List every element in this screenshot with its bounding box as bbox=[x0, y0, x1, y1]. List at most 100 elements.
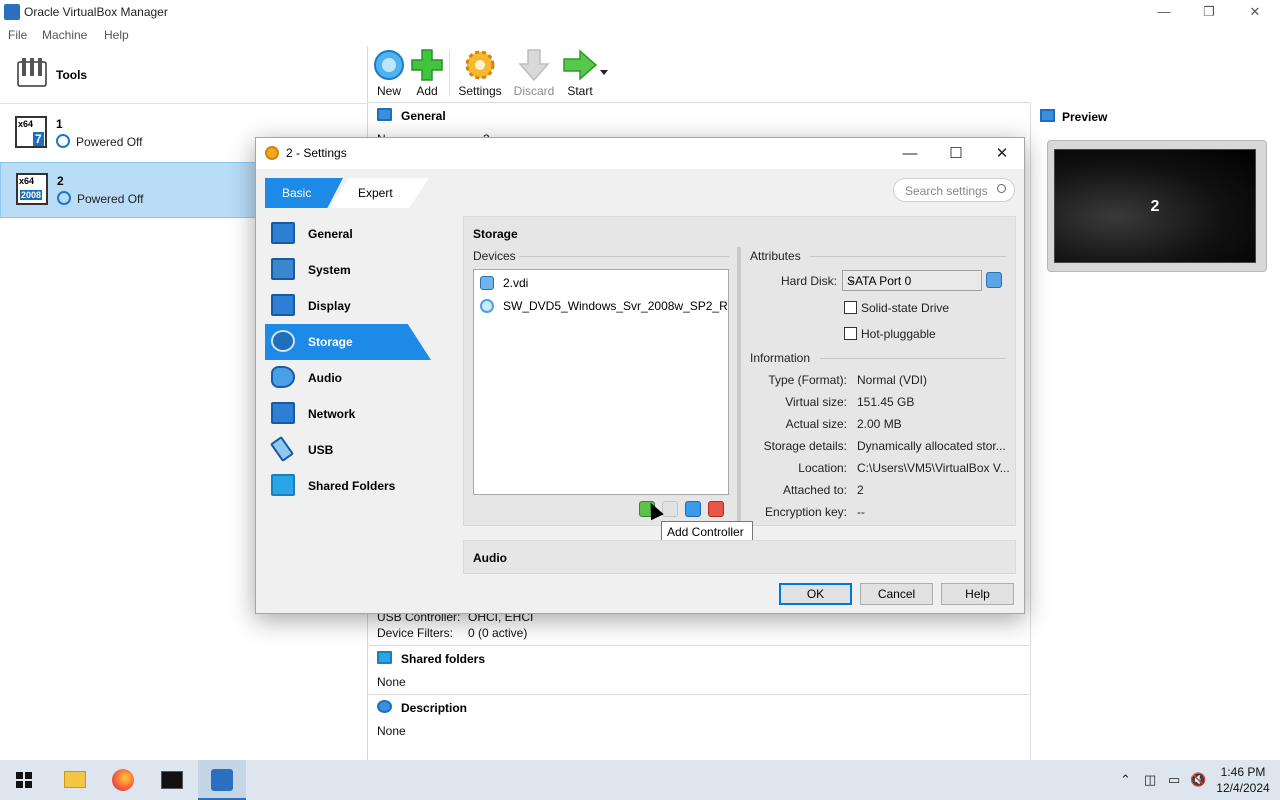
vm-name: 1 bbox=[56, 117, 63, 131]
cancel-button[interactable]: Cancel bbox=[860, 583, 933, 605]
device-item-dvd[interactable]: SW_DVD5_Windows_Svr_2008w_SP2_Russ... bbox=[478, 295, 728, 317]
tools-item[interactable]: Tools bbox=[0, 46, 368, 104]
information-label: Information bbox=[750, 351, 811, 365]
storage-disk-icon bbox=[271, 330, 295, 352]
dialog-close-icon[interactable]: ✕ bbox=[982, 142, 1022, 166]
add-button[interactable]: Add bbox=[409, 48, 445, 98]
start-button[interactable]: Start bbox=[560, 48, 600, 98]
category-network[interactable]: Network bbox=[265, 396, 431, 432]
ssd-checkbox[interactable] bbox=[844, 301, 857, 314]
settings-button[interactable]: Settings bbox=[458, 48, 502, 98]
restore-icon[interactable]: ❐ bbox=[1194, 2, 1224, 22]
preview-title: Preview bbox=[1062, 110, 1108, 124]
storage-devices-tree[interactable]: 2.vdi SW_DVD5_Windows_Svr_2008w_SP2_Russ… bbox=[473, 269, 729, 495]
preview-screen: 2 bbox=[1054, 149, 1256, 263]
category-usb[interactable]: USB bbox=[265, 432, 431, 468]
menu-file[interactable]: File bbox=[8, 28, 27, 42]
chevron-down-icon: ⌄ bbox=[847, 274, 857, 286]
info-label: Location: bbox=[798, 461, 847, 475]
monitor-icon bbox=[377, 108, 392, 121]
new-button[interactable]: New bbox=[371, 48, 407, 98]
category-system[interactable]: System bbox=[265, 252, 431, 288]
divider bbox=[810, 256, 1006, 257]
folder-icon bbox=[271, 474, 295, 496]
storage-title: Storage bbox=[473, 227, 518, 241]
preview-frame: 2 bbox=[1047, 140, 1267, 272]
remove-attachment-icon[interactable] bbox=[708, 501, 724, 517]
optical-disc-icon bbox=[480, 299, 494, 313]
category-audio[interactable]: Audio bbox=[265, 360, 431, 396]
ok-button[interactable]: OK bbox=[779, 583, 852, 605]
folder-icon bbox=[64, 771, 86, 788]
vm-os-icon: x64 7 bbox=[15, 116, 47, 148]
close-icon[interactable]: ✕ bbox=[1240, 2, 1270, 22]
dialog-maximize-icon[interactable]: ☐ bbox=[936, 142, 976, 166]
info-label: Virtual size: bbox=[785, 395, 847, 409]
info-value: 2.00 MB bbox=[857, 417, 902, 431]
category-general[interactable]: General bbox=[265, 216, 431, 252]
info-label: Storage details: bbox=[763, 439, 847, 453]
category-shared-folders[interactable]: Shared Folders bbox=[265, 468, 431, 504]
settings-dialog: 2 - Settings — ☐ ✕ Expert Basic Search s… bbox=[255, 137, 1025, 614]
category-display[interactable]: Display bbox=[265, 288, 431, 324]
dialog-minimize-icon[interactable]: — bbox=[890, 142, 930, 166]
display-tray-icon[interactable]: ▭ bbox=[1168, 772, 1180, 788]
firefox-icon bbox=[112, 769, 134, 791]
device-item-vdi[interactable]: 2.vdi bbox=[478, 272, 728, 294]
info-label: Actual size: bbox=[785, 417, 847, 431]
tab-expert[interactable]: Expert bbox=[329, 178, 429, 208]
toolbar-separator bbox=[449, 50, 450, 96]
settings-gear-icon bbox=[265, 146, 279, 160]
virtualbox-icon bbox=[211, 769, 233, 791]
start-menu-button[interactable] bbox=[0, 760, 48, 800]
taskbar-clock[interactable]: 1:46 PM 12/4/2024 bbox=[1212, 764, 1274, 796]
info-value: 151.45 GB bbox=[857, 395, 915, 409]
details-description-header: Description bbox=[369, 694, 1029, 720]
device-filters-value: 0 (0 active) bbox=[468, 626, 528, 640]
hotplug-checkbox[interactable] bbox=[844, 327, 857, 340]
plus-icon bbox=[411, 49, 443, 81]
network-icon bbox=[271, 402, 295, 424]
details-shared-folders-header: Shared folders bbox=[369, 645, 1029, 671]
minimize-icon[interactable]: — bbox=[1149, 2, 1179, 22]
help-button[interactable]: Help bbox=[941, 583, 1014, 605]
taskbar-firefox[interactable] bbox=[99, 760, 147, 800]
search-icon bbox=[997, 184, 1006, 193]
device-filters-label: Device Filters: bbox=[377, 626, 454, 640]
dialog-title: 2 - Settings bbox=[286, 146, 347, 160]
choose-disk-icon[interactable] bbox=[986, 272, 1002, 288]
divider bbox=[519, 256, 729, 257]
discard-button[interactable]: Discard bbox=[512, 48, 556, 98]
remove-controller-icon[interactable] bbox=[662, 501, 678, 517]
network-tray-icon[interactable]: ◫ bbox=[1144, 772, 1156, 788]
info-label: Type (Format): bbox=[768, 373, 847, 387]
start-dropdown-icon[interactable] bbox=[600, 70, 608, 75]
menu-help[interactable]: Help bbox=[104, 28, 129, 42]
info-value: -- bbox=[857, 505, 865, 519]
dialog-titlebar: 2 - Settings — ☐ ✕ bbox=[256, 138, 1024, 169]
devices-label: Devices bbox=[473, 249, 516, 263]
hard-disk-label: Hard Disk: bbox=[780, 274, 837, 288]
clock-time: 1:46 PM bbox=[1220, 765, 1266, 779]
taskbar-file-explorer[interactable] bbox=[50, 760, 98, 800]
volume-muted-icon[interactable]: 🔇 bbox=[1190, 772, 1206, 788]
power-off-icon bbox=[57, 191, 71, 205]
chevron-up-icon[interactable]: ⌃ bbox=[1120, 772, 1131, 788]
menu-machine[interactable]: Machine bbox=[42, 28, 87, 42]
vm-os-icon: x64 2008 bbox=[16, 173, 48, 205]
info-value: C:\Users\VM5\VirtualBox V... bbox=[857, 461, 1010, 475]
discard-arrow-icon bbox=[518, 49, 550, 82]
info-value: Normal (VDI) bbox=[857, 373, 928, 387]
hard-disk-icon bbox=[480, 276, 494, 290]
tab-basic[interactable]: Basic bbox=[265, 178, 343, 208]
monitor-icon bbox=[1040, 109, 1055, 122]
search-settings-input[interactable]: Search settings bbox=[893, 178, 1015, 202]
taskbar-terminal[interactable] bbox=[148, 760, 196, 800]
tools-icon bbox=[17, 58, 47, 87]
mode-tabs: Expert Basic bbox=[265, 178, 435, 208]
add-attachment-icon[interactable] bbox=[685, 501, 701, 517]
hard-disk-port-select[interactable]: SATA Port 0 ⌄ bbox=[842, 270, 982, 291]
details-general-header: General bbox=[369, 102, 1029, 128]
taskbar-virtualbox[interactable] bbox=[198, 760, 246, 800]
category-storage[interactable]: Storage bbox=[265, 324, 431, 360]
